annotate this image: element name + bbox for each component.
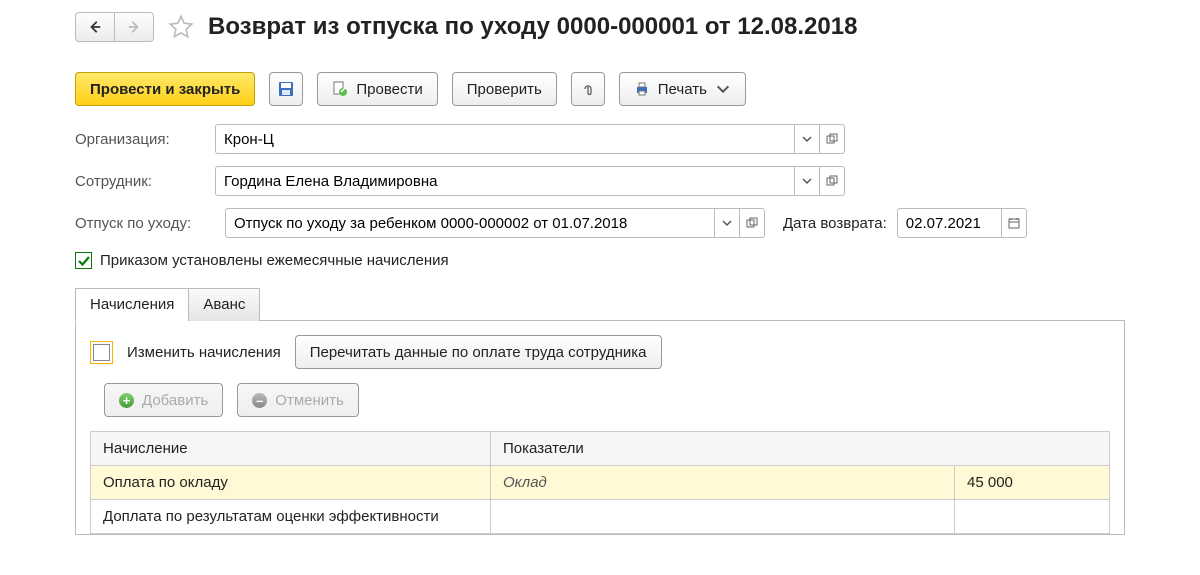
forward-button[interactable] — [114, 12, 154, 42]
post-icon — [332, 81, 348, 97]
print-button[interactable]: Печать — [619, 72, 746, 106]
organization-dropdown-button[interactable] — [794, 124, 820, 154]
cancel-button[interactable]: – Отменить — [237, 383, 359, 417]
attach-button[interactable] — [571, 72, 605, 106]
post-button[interactable]: Провести — [317, 72, 437, 106]
paperclip-icon — [580, 81, 596, 97]
page-title: Возврат из отпуска по уходу 0000-000001 … — [208, 13, 857, 41]
return-date-calendar-button[interactable] — [1001, 208, 1027, 238]
return-date-input[interactable] — [897, 208, 1002, 238]
indicator-value-cell: 45 000 — [955, 466, 1110, 500]
indicator-label-cell: Оклад — [491, 466, 955, 500]
post-label: Провести — [356, 81, 422, 98]
save-button[interactable] — [269, 72, 303, 106]
cancel-label: Отменить — [275, 392, 344, 409]
leave-dropdown-button[interactable] — [714, 208, 740, 238]
organization-open-button[interactable] — [819, 124, 845, 154]
printer-icon — [634, 81, 650, 97]
employee-label: Сотрудник: — [75, 173, 215, 190]
tab-accruals[interactable]: Начисления — [75, 288, 189, 321]
tab-advance[interactable]: Аванс — [188, 288, 260, 321]
check-label: Проверить — [467, 81, 542, 98]
star-icon — [168, 14, 194, 40]
reread-data-button[interactable]: Перечитать данные по оплате труда сотруд… — [295, 335, 662, 369]
col-accrual-header[interactable]: Начисление — [91, 432, 491, 466]
floppy-icon — [278, 81, 294, 97]
print-label: Печать — [658, 81, 707, 98]
reread-label: Перечитать данные по оплате труда сотруд… — [310, 344, 647, 361]
indicator-label-cell — [491, 500, 955, 534]
employee-open-button[interactable] — [819, 166, 845, 196]
employee-dropdown-button[interactable] — [794, 166, 820, 196]
open-icon — [826, 175, 838, 187]
organization-input[interactable] — [215, 124, 795, 154]
chevron-down-icon — [715, 81, 731, 97]
favorite-star-button[interactable] — [166, 12, 196, 42]
minus-icon: – — [252, 393, 267, 408]
table-row[interactable]: Оплата по окладу Оклад 45 000 — [91, 466, 1110, 500]
add-button[interactable]: + Добавить — [104, 383, 223, 417]
organization-label: Организация: — [75, 131, 215, 148]
accruals-table: Начисление Показатели Оплата по окладу О… — [90, 431, 1110, 534]
save-close-label: Провести и закрыть — [90, 81, 240, 98]
chevron-down-icon — [721, 217, 733, 229]
monthly-order-checkbox[interactable] — [75, 252, 92, 269]
save-close-button[interactable]: Провести и закрыть — [75, 72, 255, 106]
open-icon — [746, 217, 758, 229]
return-date-label: Дата возврата: — [783, 215, 887, 232]
calendar-icon — [1008, 217, 1020, 229]
leave-input[interactable] — [225, 208, 715, 238]
monthly-order-label: Приказом установлены ежемесячные начисле… — [100, 252, 449, 269]
change-accruals-checkbox[interactable] — [93, 344, 110, 361]
chevron-down-icon — [801, 133, 813, 145]
arrow-left-icon — [88, 20, 102, 34]
leave-label: Отпуск по уходу: — [75, 215, 215, 232]
arrow-right-icon — [127, 20, 141, 34]
change-accruals-label: Изменить начисления — [127, 344, 281, 361]
leave-open-button[interactable] — [739, 208, 765, 238]
table-row[interactable]: Доплата по результатам оценки эффективно… — [91, 500, 1110, 534]
col-indicators-header[interactable]: Показатели — [491, 432, 1110, 466]
check-icon — [77, 254, 91, 268]
check-button[interactable]: Проверить — [452, 72, 557, 106]
chevron-down-icon — [801, 175, 813, 187]
open-icon — [826, 133, 838, 145]
employee-input[interactable] — [215, 166, 795, 196]
accrual-cell: Оплата по окладу — [91, 466, 491, 500]
back-button[interactable] — [75, 12, 115, 42]
indicator-value-cell — [955, 500, 1110, 534]
add-label: Добавить — [142, 392, 208, 409]
plus-icon: + — [119, 393, 134, 408]
accrual-cell: Доплата по результатам оценки эффективно… — [91, 500, 491, 534]
command-bar: Провести и закрыть Провести Проверить Пе… — [75, 72, 1125, 106]
